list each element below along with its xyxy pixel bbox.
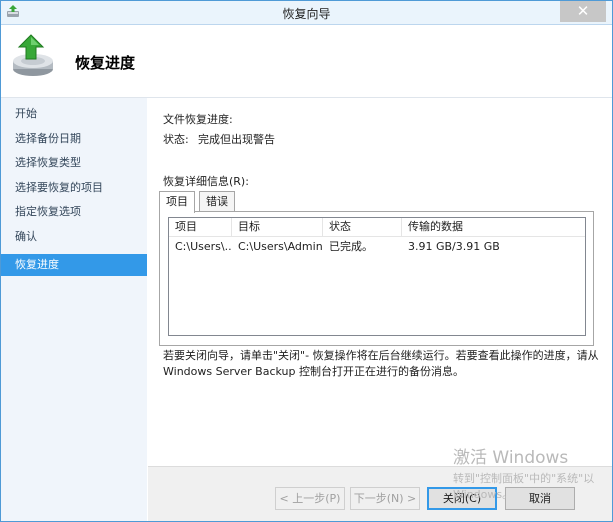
column-header-item[interactable]: 项目 [169,218,232,236]
step-confirm[interactable]: 确认 [1,226,147,248]
cell-target: C:\Users\Admin... [238,240,323,253]
column-header-target[interactable]: 目标 [232,218,323,236]
page-title: 恢复进度 [75,54,136,72]
section-label: 文件恢复进度: [163,113,233,126]
title-bar[interactable]: 恢复向导 ✕ [1,1,612,25]
next-button[interactable]: 下一步(N) > [350,487,420,510]
watermark-line-2: 转到"控制面板"中的"系统"以 [453,472,595,485]
info-line-1: 若要关闭向导，请单击"关闭"- 恢复操作将在后台继续运行。若要查看此操作的进度，… [163,349,599,362]
tab-errors[interactable]: 错误 [199,191,235,212]
cell-transferred: 3.91 GB/3.91 GB [408,240,500,253]
step-select-items[interactable]: 选择要恢复的项目 [1,177,147,199]
info-line-2: Windows Server Backup 控制台打开正在进行的备份消息。 [163,365,464,378]
tab-items[interactable]: 项目 [159,191,195,213]
step-recovery-options[interactable]: 指定恢复选项 [1,201,147,223]
tab-panel: 项目 目标 状态 传输的数据 C:\Users\... C:\Users\Adm… [159,211,594,346]
details-label: 恢复详细信息(R): [163,175,249,188]
wizard-steps-sidebar: 开始 选择备份日期 选择恢复类型 选择要恢复的项目 指定恢复选项 确认 恢复进度 [1,98,147,521]
backup-restore-icon [13,34,53,76]
step-start[interactable]: 开始 [1,103,147,125]
step-select-backup-date[interactable]: 选择备份日期 [1,128,147,150]
window-title: 恢复向导 [282,7,331,21]
close-window-button[interactable]: ✕ [560,1,606,22]
list-header: 项目 目标 状态 传输的数据 [169,218,585,237]
cell-item: C:\Users\... [175,240,232,253]
column-header-transferred[interactable]: 传输的数据 [402,218,585,236]
table-row[interactable]: C:\Users\... C:\Users\Admin... 已完成。 3.91… [169,238,585,256]
watermark-line-3: Windows。 [453,488,514,501]
watermark-line-1: 激活 Windows [453,448,569,468]
status-label: 状态: [163,133,189,146]
status-value: 完成但出现警告 [198,133,275,146]
cell-status: 已完成。 [329,240,373,253]
activation-watermark: 激活 Windows 转到"控制面板"中的"系统"以 Windows。 [453,443,594,502]
items-list-view[interactable]: 项目 目标 状态 传输的数据 C:\Users\... C:\Users\Adm… [168,217,586,336]
step-recovery-progress[interactable]: 恢复进度 [1,254,147,276]
step-select-recovery-type[interactable]: 选择恢复类型 [1,152,147,174]
wizard-header: 恢复进度 [1,25,612,98]
close-info-text: 若要关闭向导，请单击"关闭"- 恢复操作将在后台继续运行。若要查看此操作的进度，… [163,348,603,380]
restore-wizard-window: 恢复向导 ✕ 恢复进度 开始 选择备份日期 选择恢复类型 选择要恢复的项目 指定… [0,0,613,522]
previous-button[interactable]: < 上一步(P) [275,487,345,510]
column-header-status[interactable]: 状态 [323,218,402,236]
